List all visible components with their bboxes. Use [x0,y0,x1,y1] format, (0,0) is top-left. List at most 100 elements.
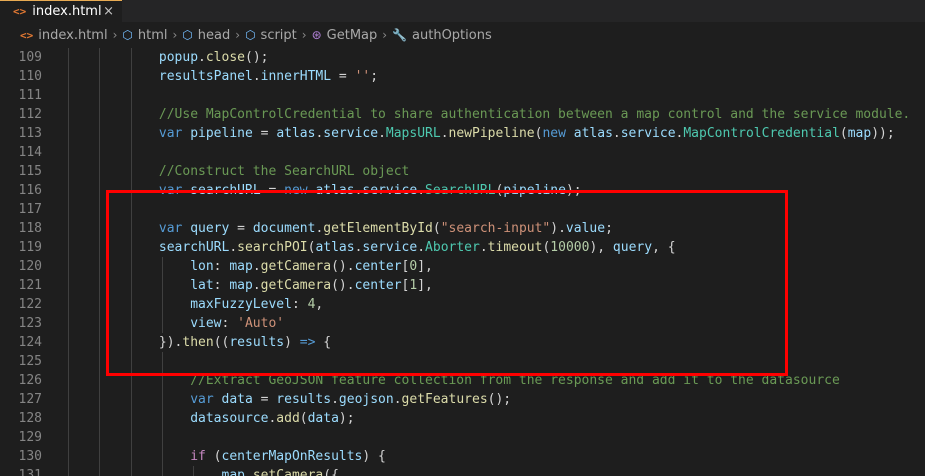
code-token: view [190,316,222,331]
breadcrumb-label: head [197,27,231,43]
code-token: , [315,297,324,312]
code-line[interactable]: 119 searchURL.searchPOI(atlas.service.Abo… [0,238,925,257]
breadcrumb-item-html[interactable]: ⬡ html [122,28,167,43]
tab-bar: <> index.html × [0,0,925,22]
code-token: (); [487,392,512,407]
code-line[interactable]: 129 [0,428,925,447]
code-token: service [323,126,379,141]
code-line[interactable]: 122 maxFuzzyLevel: 4, [0,295,925,314]
code-line[interactable]: 118 var query = document.getElementById("… [0,219,925,238]
indent-guide [130,352,132,371]
code-token: ; [605,221,613,236]
code-line[interactable]: 117 [0,200,925,219]
code-token: Aborter [425,240,480,255]
breadcrumb-item-script[interactable]: ⬡ script [245,28,297,43]
code-text: datasource.add(data); [190,409,354,428]
code-token: var [158,221,183,236]
breadcrumb-label: GetMap [326,27,378,43]
breadcrumb-label: authOptions [412,27,492,43]
line-number: 116 [18,183,42,198]
indent-guide [68,409,69,428]
code-text: searchURL.searchPOI(atlas.service.Aborte… [159,238,676,257]
code-editor[interactable]: 109 popup.close(); 110 resultsPanel.innerHT… [0,48,925,476]
cube-icon: ⬡ [245,28,256,42]
code-line[interactable]: 128 datasource.add(data); [0,409,925,428]
code-line[interactable]: 109 popup.close(); [0,48,925,67]
html-file-icon: <> [20,28,34,42]
code-line[interactable]: 121 lat: map.getCamera().center[1], [0,276,925,295]
code-token: pipeline [503,183,566,198]
breadcrumb-item-index-html[interactable]: <> index.html [20,28,108,43]
code-line[interactable]: 130 if (centerMapOnResults) { [0,447,925,466]
code-token: = [252,126,277,141]
code-token: (); [245,50,269,65]
code-token: (). [331,259,355,274]
indent-guide [99,181,101,200]
code-token: //Use MapControlCredential to share auth… [158,107,911,122]
code-token: new [284,183,308,198]
code-token: ( [205,449,222,464]
code-token: var [158,126,183,141]
line-number: 117 [18,202,42,217]
code-token: (). [331,278,355,293]
breadcrumb-item-authoptions[interactable]: 🔧 authOptions [392,28,492,43]
indent-guide [99,352,101,371]
close-icon[interactable]: × [103,4,114,19]
code-line[interactable]: 110 resultsPanel.innerHTML = ''; [0,67,925,86]
code-token: = [229,221,253,236]
code-text: resultsPanel.innerHTML = ''; [159,67,378,86]
line-number: 114 [18,145,42,160]
code-token: value [565,221,606,236]
breadcrumb-label: html [137,27,168,43]
line-number: 112 [18,107,42,122]
code-token: getFeatures [401,392,488,407]
code-line[interactable]: 127 var data = results.geojson.getFeature… [0,390,925,409]
code-line[interactable]: 131 map.setCamera({ [0,466,925,476]
indent-guide [130,162,132,181]
indent-guide [130,105,132,124]
code-line[interactable]: 114 [0,143,925,162]
cube-icon: ⬡ [122,28,133,42]
indent-guide [68,276,69,295]
code-text: var pipeline = atlas.service.MapsURL.new… [159,124,895,143]
code-token: //Extract GeoJSON feature collection fro… [190,373,840,388]
tab-index-html[interactable]: <> index.html × [0,0,122,22]
indent-guide [99,371,101,390]
code-line[interactable]: 123 view: 'Auto' [0,314,925,333]
code-line[interactable]: 124}).then((results) => { [0,333,925,352]
indent-guide [99,257,101,276]
code-token: data [221,392,253,407]
code-line[interactable]: 125 [0,352,925,371]
breadcrumb-item-head[interactable]: ⬡ head [182,28,230,43]
indent-guide [130,371,132,390]
indent-guide [99,276,101,295]
code-line[interactable]: 113 var pipeline = atlas.service.MapsURL.… [0,124,925,143]
indent-guide [99,447,101,466]
indent-guide [161,314,163,333]
code-token: . [612,126,621,141]
code-line[interactable]: 115 //Construct the SearchURL object [0,162,925,181]
indent-guide [68,466,69,476]
indent-guide [99,295,101,314]
indent-guide [130,390,132,409]
line-number: 119 [18,240,42,255]
code-line[interactable]: 112 //Use MapControlCredential to share a… [0,105,925,124]
indent-guide [99,124,101,143]
indent-guide [130,67,132,86]
code-token: newPipeline [448,126,535,141]
code-token: close [205,50,245,65]
breadcrumb-item-getmap[interactable]: ⊛ GetMap [312,28,378,43]
code-token: "search-input" [440,221,551,236]
chevron-right-icon: › [301,28,307,42]
indent-guide [161,371,163,390]
line-number: 128 [18,411,42,426]
line-number: 131 [18,468,42,476]
indent-guide [130,200,132,219]
code-token: . [417,183,426,198]
code-line[interactable]: 120 lon: map.getCamera().center[0], [0,257,925,276]
code-line[interactable]: 111 [0,86,925,105]
code-token: . [198,50,206,65]
code-line[interactable]: 126 //Extract GeoJSON feature collection … [0,371,925,390]
code-line[interactable]: 116 var searchURL = new atlas.service.Sea… [0,181,925,200]
code-token: ( [839,126,848,141]
